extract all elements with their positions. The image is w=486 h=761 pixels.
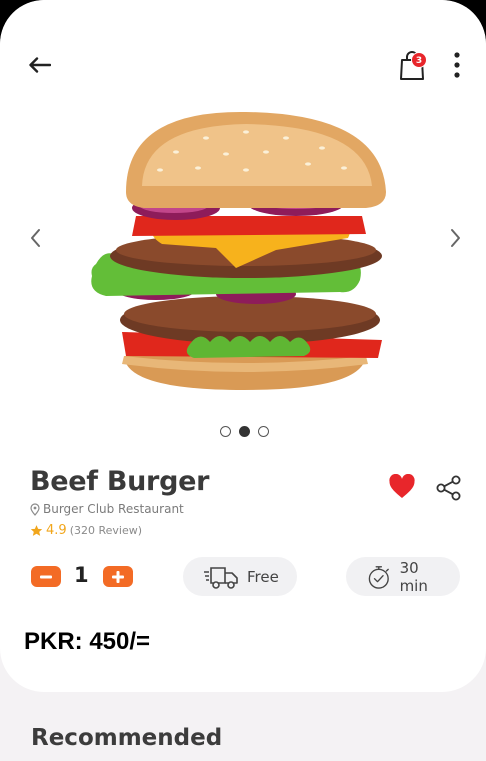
delivery-fee: Free [247, 567, 279, 586]
previous-image-button[interactable] [26, 226, 46, 250]
heart-icon [389, 473, 415, 498]
delivery-time: 30 min [346, 557, 460, 596]
delivery-truck-icon [204, 566, 238, 589]
increase-quantity-button[interactable] [103, 566, 133, 587]
cart-count-badge: 3 [411, 52, 427, 68]
carousel-dot[interactable] [258, 426, 269, 437]
next-image-button[interactable] [445, 226, 465, 250]
plus-icon [112, 570, 124, 583]
product-price: PKR: 450/= [24, 628, 151, 655]
decrease-quantity-button[interactable] [31, 566, 61, 587]
share-button[interactable] [436, 475, 462, 501]
product-rating: 4.9 (320 Review) [30, 523, 142, 538]
share-icon [436, 475, 461, 501]
review-count[interactable]: (320 Review) [70, 524, 142, 537]
arrow-left-icon [29, 57, 51, 73]
quantity-value: 1 [74, 563, 89, 587]
back-button[interactable] [26, 52, 54, 78]
product-card: 3 Beef Burger Burger Club Restaurant 4.9… [0, 0, 486, 692]
product-screen: 3 Beef Burger Burger Club Restaurant 4.9… [0, 0, 486, 761]
star-icon [30, 525, 43, 536]
restaurant-name: Burger Club Restaurant [43, 502, 184, 516]
product-title: Beef Burger [30, 466, 210, 497]
delivery-info: Free [183, 557, 297, 596]
rating-value: 4.9 [46, 523, 67, 538]
minus-icon [40, 575, 52, 578]
restaurant-location: Burger Club Restaurant [30, 502, 184, 516]
favorite-button[interactable] [388, 473, 416, 500]
carousel-dot-active[interactable] [239, 426, 250, 437]
recommended-heading: Recommended [31, 725, 223, 751]
location-pin-icon [30, 502, 40, 516]
delivery-time-value: 30 min [399, 558, 428, 595]
more-vertical-icon [454, 52, 460, 78]
chevron-left-icon [31, 229, 40, 247]
carousel-dot[interactable] [220, 426, 231, 437]
carousel-indicator [220, 426, 269, 437]
more-options-button[interactable] [448, 50, 466, 80]
chevron-right-icon [451, 229, 460, 247]
stopwatch-icon [368, 565, 389, 589]
product-image [91, 111, 386, 390]
